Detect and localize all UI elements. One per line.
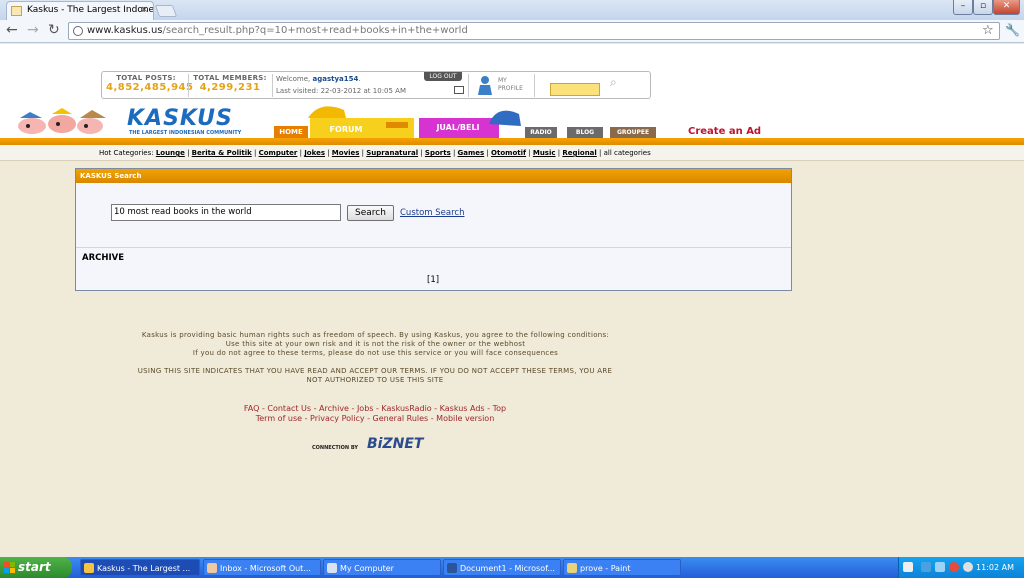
page-content: TOTAL POSTS: 4,852,485,945 TOTAL MEMBERS… — [0, 44, 1024, 557]
nav-forum[interactable]: FORUM — [326, 124, 366, 136]
page-link[interactable]: [1] — [427, 275, 439, 285]
paint-icon — [567, 563, 577, 573]
last-visited: Last visited: 22-03-2012 at 10:05 AM — [276, 87, 407, 95]
network-icon[interactable] — [921, 562, 931, 572]
security-icon[interactable] — [949, 562, 959, 572]
total-members: TOTAL MEMBERS: 4,299,231 — [193, 74, 267, 93]
taskbar-item[interactable]: Document1 - Microsof... — [443, 559, 561, 576]
bookmark-star-icon[interactable]: ☆ — [982, 23, 994, 38]
taskbar-item[interactable]: My Computer — [323, 559, 441, 576]
antivirus-icon[interactable] — [963, 562, 973, 572]
globe-icon — [73, 26, 83, 36]
divider — [534, 74, 535, 97]
taskbar: start Kaskus - The Largest ... Inbox - M… — [0, 557, 1024, 578]
nav-home[interactable]: HOME — [274, 126, 308, 138]
search-panel: KASKUS Search 10 most read books in the … — [75, 168, 792, 291]
kaskus-favicon-icon — [11, 6, 22, 16]
nav-radio[interactable]: RADIO — [525, 127, 557, 138]
my-profile-link[interactable]: MY PROFILE — [498, 77, 523, 93]
header-search-input[interactable] — [550, 83, 600, 96]
category-link[interactable]: Regional — [562, 149, 596, 157]
browser-tab[interactable]: Kaskus - The Largest Indonesi × — [6, 1, 154, 20]
category-link[interactable]: Otomotif — [491, 149, 526, 157]
custom-search-link[interactable]: Custom Search — [400, 208, 464, 218]
system-tray: 11:02 AM — [898, 557, 1024, 578]
hot-categories-bar: Hot Categories: Lounge | Berita & Politi… — [0, 145, 1024, 161]
maximize-button[interactable]: ▫ — [973, 0, 993, 15]
chrome-icon — [84, 563, 94, 573]
tab-close-icon[interactable]: × — [140, 2, 148, 19]
taskbar-item[interactable]: prove - Paint — [563, 559, 681, 576]
stats-box: TOTAL POSTS: 4,852,485,945 TOTAL MEMBERS… — [101, 71, 651, 99]
nav-jualbeli[interactable]: JUAL/BELI — [430, 122, 486, 134]
terms-text: Kaskus is providing basic human rights s… — [141, 331, 610, 357]
word-icon — [447, 563, 457, 573]
taskbar-item[interactable]: Kaskus - The Largest ... — [80, 559, 200, 576]
search-input[interactable]: 10 most read books in the world — [111, 204, 341, 221]
terms-warning: USING THIS SITE INDICATES THAT YOU HAVE … — [137, 367, 613, 384]
divider — [272, 74, 273, 97]
url-domain: www.kaskus.us — [87, 25, 163, 36]
category-link[interactable]: Supranatural — [366, 149, 418, 157]
search-button[interactable]: Search — [347, 205, 394, 221]
taskbar-item[interactable]: Inbox - Microsoft Out... — [203, 559, 321, 576]
mascots-icon — [18, 108, 106, 134]
start-button[interactable]: start — [0, 557, 72, 578]
orange-divider — [0, 138, 1024, 145]
biznet-logo: CONNECTION BY BiZNET — [312, 436, 424, 452]
new-tab-button[interactable] — [154, 5, 178, 17]
browser-toolbar: ← → ↻ www.kaskus.us/search_result.php?q=… — [0, 20, 1024, 43]
help-icon[interactable] — [903, 562, 913, 572]
address-bar[interactable]: www.kaskus.us/search_result.php?q=10+mos… — [68, 22, 1000, 40]
computer-icon — [327, 563, 337, 573]
category-link[interactable]: Lounge — [156, 149, 185, 157]
site-header: TOTAL POSTS: 4,852,485,945 TOTAL MEMBERS… — [0, 44, 1024, 138]
search-panel-title: KASKUS Search — [76, 169, 791, 183]
category-link[interactable]: Sports — [425, 149, 451, 157]
mail-icon[interactable] — [454, 86, 464, 94]
category-link[interactable]: Jokes — [304, 149, 325, 157]
profile-icon[interactable] — [474, 74, 496, 96]
forward-icon[interactable]: → — [27, 22, 39, 38]
category-link[interactable]: Movies — [332, 149, 360, 157]
logout-button[interactable]: LOG OUT — [424, 72, 462, 81]
total-posts: TOTAL POSTS: 4,852,485,945 — [106, 74, 194, 93]
nav-groupee[interactable]: GROUPEE — [610, 127, 656, 138]
category-link[interactable]: Computer — [259, 149, 298, 157]
archive-heading: ARCHIVE — [82, 253, 125, 263]
reload-icon[interactable]: ↻ — [48, 22, 60, 38]
divider — [468, 74, 469, 97]
divider — [76, 247, 791, 248]
wrench-menu-icon[interactable]: 🔧 — [1005, 23, 1020, 37]
all-categories-link[interactable]: all categories — [604, 149, 651, 157]
kaskus-logo[interactable]: KASKUS THE LARGEST INDONESIAN COMMUNITY — [121, 106, 246, 136]
category-link[interactable]: Music — [533, 149, 556, 157]
tab-title: Kaskus - The Largest Indonesi — [27, 5, 154, 15]
clock: 11:02 AM — [976, 563, 1014, 572]
volume-icon[interactable] — [935, 562, 945, 572]
create-ad-link[interactable]: Create an Ad — [688, 126, 761, 137]
url-path: /search_result.php?q=10+most+read+books+… — [162, 25, 468, 36]
category-link[interactable]: Berita & Politik — [192, 149, 252, 157]
outlook-icon — [207, 563, 217, 573]
footer-links[interactable]: FAQ - Contact Us - Archive - Jobs - Kask… — [150, 404, 600, 424]
username-link[interactable]: agastya154 — [312, 75, 358, 83]
close-window-button[interactable]: ✕ — [993, 0, 1020, 15]
category-link[interactable]: Games — [458, 149, 485, 157]
window-titlebar: Kaskus - The Largest Indonesi × – ▫ ✕ — [0, 0, 1024, 20]
windows-flag-icon — [4, 562, 15, 573]
nav-blog[interactable]: BLOG — [567, 127, 603, 138]
divider — [188, 74, 189, 97]
back-icon[interactable]: ← — [6, 22, 18, 38]
hot-categories-label: Hot Categories: — [99, 149, 154, 157]
magnifier-icon[interactable]: ⌕ — [610, 75, 632, 91]
welcome-text: Welcome, agastya154. — [276, 75, 361, 83]
minimize-button[interactable]: – — [953, 0, 973, 15]
